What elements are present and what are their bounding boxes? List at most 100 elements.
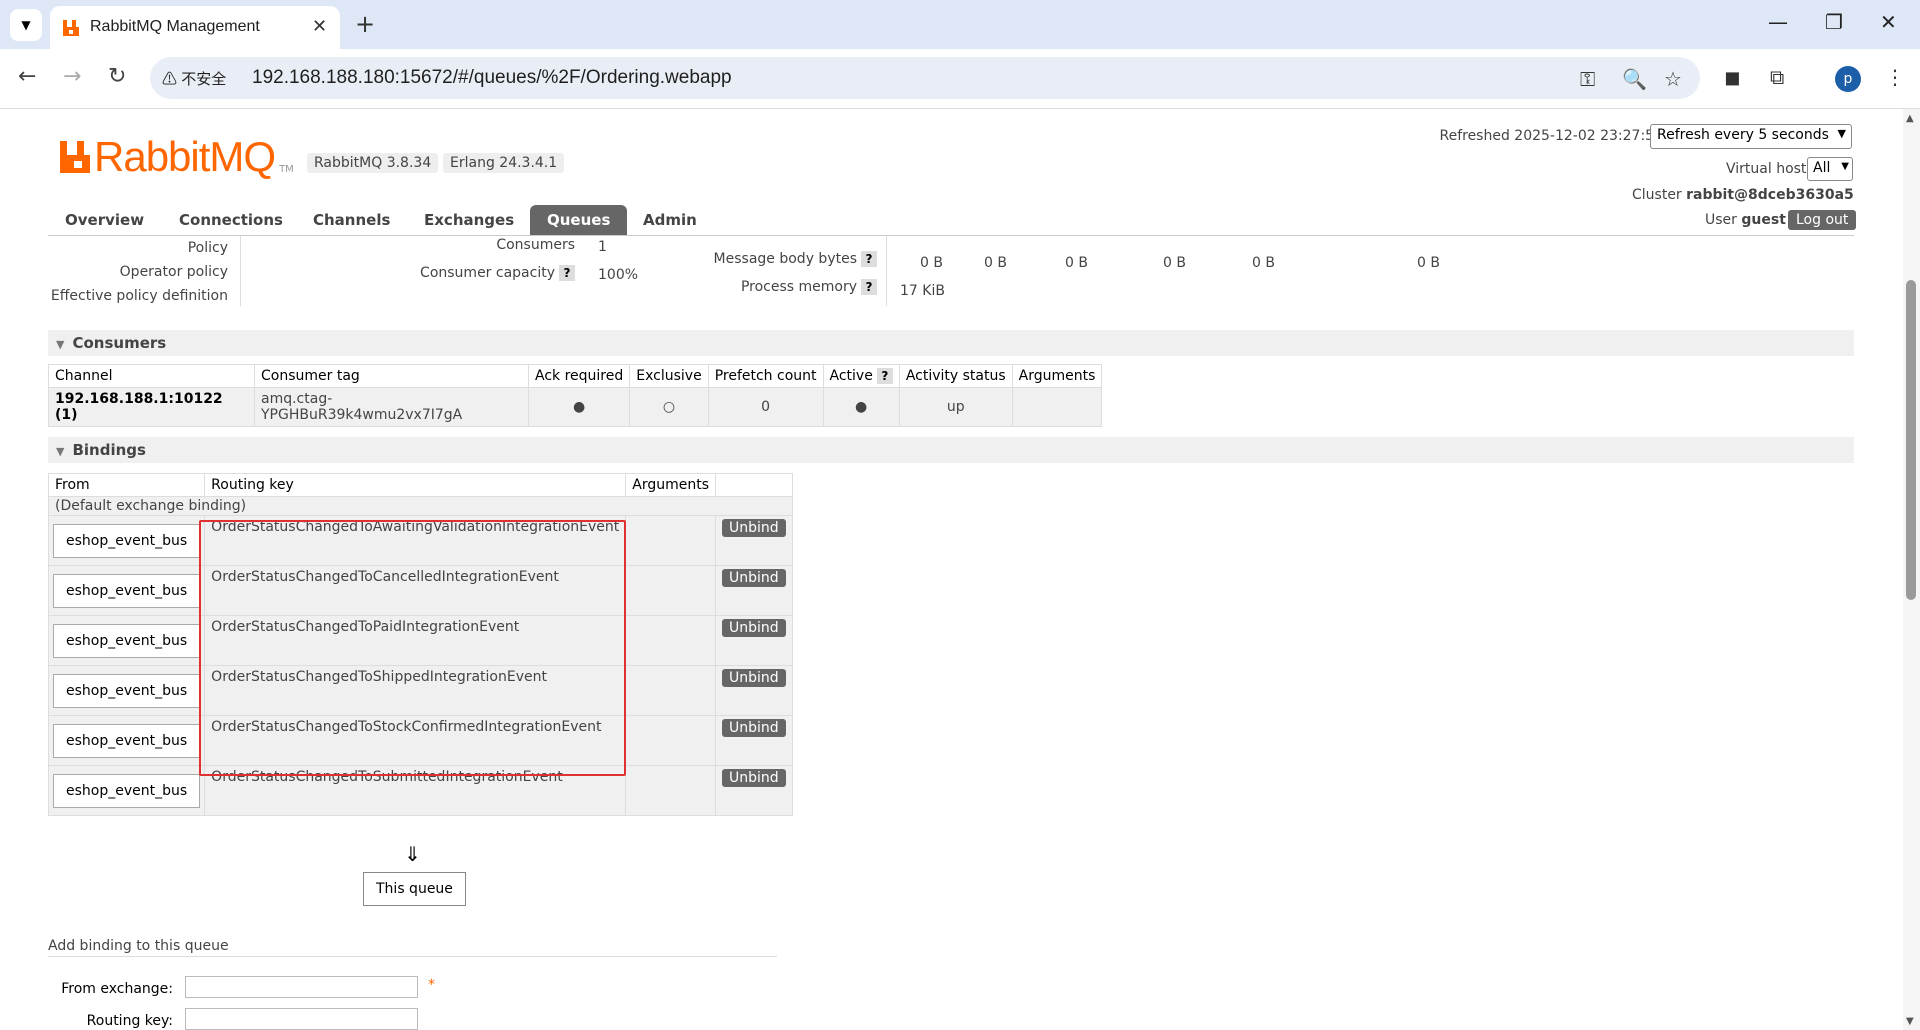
unbind-button[interactable]: Unbind bbox=[722, 519, 786, 537]
consumers-label: Consumers bbox=[496, 237, 575, 253]
menu-icon[interactable]: ⋮ bbox=[1885, 65, 1905, 89]
close-icon[interactable]: ✕ bbox=[312, 16, 327, 37]
this-queue-box: This queue bbox=[363, 872, 466, 906]
reload-icon[interactable]: ↻ bbox=[108, 64, 126, 89]
page-content: RabbitMQ TM RabbitMQ 3.8.34 Erlang 24.3.… bbox=[0, 109, 1903, 1030]
divider bbox=[48, 956, 777, 957]
required-marker: * bbox=[428, 977, 435, 993]
exchange-link[interactable]: eshop_event_bus bbox=[53, 523, 201, 558]
binding-arguments bbox=[625, 665, 717, 716]
puzzle-icon[interactable]: ⧉ bbox=[1770, 65, 1784, 89]
add-binding-heading: Add binding to this queue bbox=[48, 938, 229, 954]
routing-key-label: Routing key: bbox=[86, 1013, 173, 1029]
help-icon[interactable]: ? bbox=[876, 368, 893, 384]
chevron-down-icon: ▼ bbox=[1841, 161, 1849, 172]
operator-policy-label: Operator policy bbox=[119, 264, 228, 280]
column-divider bbox=[240, 236, 241, 306]
vhost-select[interactable]: All ▼ bbox=[1807, 157, 1853, 181]
binding-arguments bbox=[625, 765, 717, 816]
bindings-section-header[interactable]: ▼ Bindings bbox=[48, 437, 1854, 463]
col-prefetch-count: Prefetch count bbox=[707, 364, 824, 388]
col-routing-key: Routing key bbox=[204, 473, 627, 497]
col-arguments: Arguments bbox=[1011, 364, 1103, 388]
tab-exchanges[interactable]: Exchanges bbox=[407, 205, 531, 235]
browser-tab[interactable]: RabbitMQ Management ✕ bbox=[50, 6, 340, 49]
help-icon[interactable]: ? bbox=[861, 279, 877, 295]
back-icon[interactable]: ← bbox=[18, 64, 36, 89]
col-channel: Channel bbox=[48, 364, 255, 388]
scroll-down-icon[interactable]: ▼ bbox=[1906, 1016, 1914, 1027]
scroll-up-icon[interactable]: ▲ bbox=[1906, 113, 1914, 124]
profile-avatar[interactable]: p bbox=[1835, 66, 1861, 92]
erlang-version: Erlang 24.3.4.1 bbox=[443, 153, 565, 173]
consumers-section-header[interactable]: ▼ Consumers bbox=[48, 330, 1854, 356]
zoom-icon[interactable]: 🔍 bbox=[1622, 67, 1647, 91]
exclusive: ○ bbox=[629, 387, 709, 427]
effective-policy-label: Effective policy definition bbox=[50, 288, 228, 304]
exchange-link[interactable]: eshop_event_bus bbox=[53, 573, 201, 608]
tab-queues[interactable]: Queues bbox=[530, 205, 628, 235]
consumers-value: 1 bbox=[598, 239, 607, 255]
exchange-link[interactable]: eshop_event_bus bbox=[53, 773, 201, 808]
url-text[interactable]: 192.168.188.180:15672/#/queues/%2F/Order… bbox=[252, 67, 732, 89]
star-icon[interactable]: ☆ bbox=[1664, 67, 1682, 91]
rabbitmq-favicon-icon bbox=[63, 20, 79, 36]
tab-overview[interactable]: Overview bbox=[48, 205, 161, 235]
message-body-bytes-label: Message body bytes? bbox=[680, 251, 877, 267]
minimize-icon[interactable]: — bbox=[1768, 10, 1788, 34]
scrollbar-thumb[interactable] bbox=[1906, 280, 1916, 600]
active: ● bbox=[822, 387, 900, 427]
browser-toolbar: ← → ↻ ⚠ 不安全 192.168.188.180:15672/#/queu… bbox=[0, 49, 1920, 109]
logout-button[interactable]: Log out bbox=[1788, 210, 1857, 230]
col-active: Active? bbox=[822, 364, 900, 388]
chevron-down-icon: ▼ bbox=[21, 18, 31, 32]
col-exclusive: Exclusive bbox=[629, 364, 709, 388]
restore-icon[interactable]: ❐ bbox=[1825, 10, 1843, 34]
address-bar[interactable]: ⚠ 不安全 192.168.188.180:15672/#/queues/%2F… bbox=[150, 57, 1700, 99]
vhost-label: Virtual host bbox=[1726, 161, 1807, 177]
from-exchange-label: From exchange: bbox=[61, 981, 173, 997]
unbind-button[interactable]: Unbind bbox=[722, 669, 786, 687]
tab-list-button[interactable]: ▼ bbox=[10, 9, 42, 41]
tab-connections[interactable]: Connections bbox=[162, 205, 300, 235]
forward-icon[interactable]: → bbox=[63, 64, 81, 89]
binding-arguments bbox=[625, 615, 717, 666]
tab-admin[interactable]: Admin bbox=[626, 205, 714, 235]
unbind-button[interactable]: Unbind bbox=[722, 569, 786, 587]
policy-label: Policy bbox=[187, 240, 228, 256]
extension-app-icon[interactable]: ◼ bbox=[1724, 65, 1741, 89]
cluster-info: Cluster rabbit@8dceb3630a5 bbox=[1632, 187, 1854, 203]
activity-status: up bbox=[898, 387, 1013, 427]
unbind-button[interactable]: Unbind bbox=[722, 719, 786, 737]
down-arrow-icon: ⇓ bbox=[404, 842, 421, 866]
process-memory-label: Process memory? bbox=[680, 279, 877, 295]
chevron-down-icon: ▼ bbox=[1837, 127, 1846, 140]
browser-tab-bar: ▼ RabbitMQ Management ✕ + — ❐ ✕ bbox=[0, 0, 1920, 49]
bytes-value: 0 B bbox=[1252, 255, 1275, 271]
unbind-button[interactable]: Unbind bbox=[722, 619, 786, 637]
consumers-table: Channel Consumer tag Ack required Exclus… bbox=[48, 364, 1103, 427]
password-key-icon[interactable]: ⚿ bbox=[1580, 67, 1595, 91]
from-exchange-input[interactable] bbox=[185, 976, 418, 998]
channel-link[interactable]: 192.168.188.1:10122 (1) bbox=[48, 387, 255, 427]
col-arguments: Arguments bbox=[625, 473, 717, 497]
refresh-interval-select[interactable]: Refresh every 5 seconds ▼ bbox=[1650, 124, 1852, 149]
security-chip[interactable]: ⚠ 不安全 bbox=[162, 68, 226, 89]
default-binding-row: (Default exchange binding) bbox=[48, 496, 793, 516]
help-icon[interactable]: ? bbox=[559, 265, 575, 281]
tab-channels[interactable]: Channels bbox=[296, 205, 407, 235]
new-tab-icon[interactable]: + bbox=[355, 10, 375, 38]
routing-key-input[interactable] bbox=[185, 1008, 418, 1030]
binding-arguments bbox=[625, 565, 717, 616]
unbind-button[interactable]: Unbind bbox=[722, 769, 786, 787]
bytes-value: 0 B bbox=[984, 255, 1007, 271]
col-from: From bbox=[47, 473, 206, 497]
bytes-value: 0 B bbox=[1065, 255, 1088, 271]
exchange-link[interactable]: eshop_event_bus bbox=[53, 673, 201, 708]
collapse-triangle-icon: ▼ bbox=[56, 445, 65, 458]
exchange-link[interactable]: eshop_event_bus bbox=[53, 623, 201, 658]
close-window-icon[interactable]: ✕ bbox=[1880, 10, 1897, 34]
bytes-value: 0 B bbox=[1163, 255, 1186, 271]
help-icon[interactable]: ? bbox=[861, 251, 877, 267]
exchange-link[interactable]: eshop_event_bus bbox=[53, 723, 201, 758]
